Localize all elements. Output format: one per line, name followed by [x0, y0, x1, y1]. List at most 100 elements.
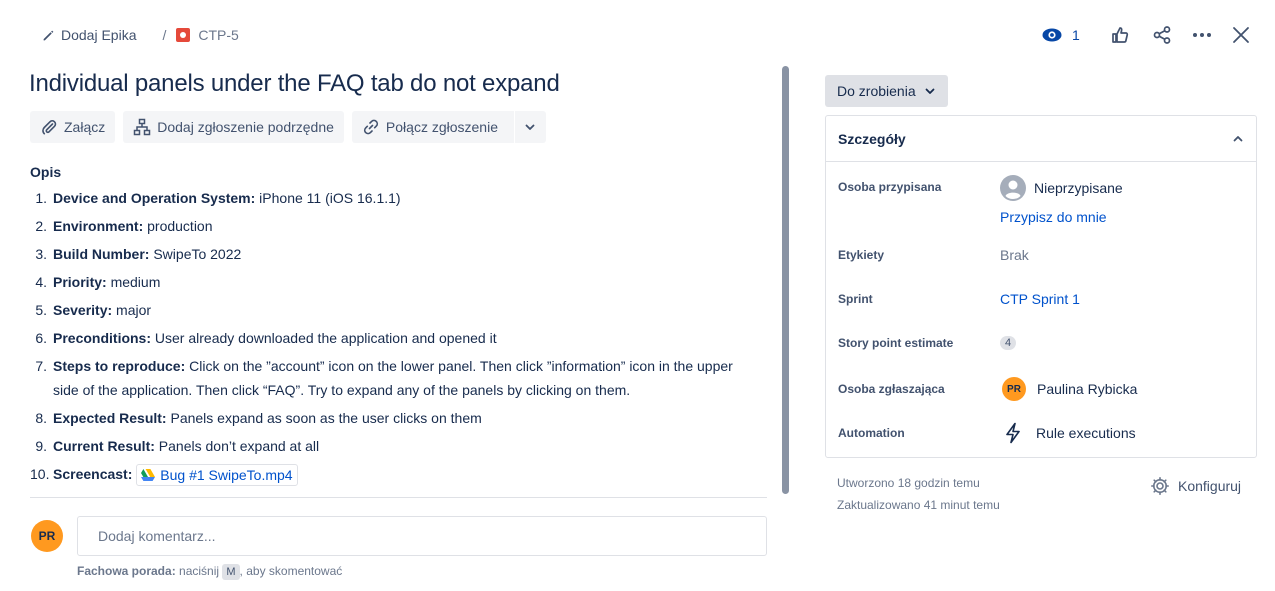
item-text: medium: [106, 274, 161, 290]
list-item-body: Severity: major: [53, 298, 750, 322]
issue-meta: Utworzono 18 godzin temu Zaktualizowano …: [837, 472, 1000, 516]
add-child-label: Dodaj zgłoszenie podrzędne: [157, 119, 334, 135]
description-heading: Opis: [30, 164, 62, 180]
watch-button[interactable]: 1: [1042, 27, 1080, 43]
list-item-body: Current Result: Panels don’t expand at a…: [53, 434, 750, 458]
issue-key-link[interactable]: CTP-5: [198, 27, 238, 43]
comment-divider: [30, 497, 767, 498]
item-text: Panels expand as soon as the user clicks…: [166, 410, 482, 426]
description-item: 10. Screencast: Bug #1 SwipeTo.mp4: [30, 462, 750, 487]
link-issue-main[interactable]: Połącz zgłoszenie: [352, 111, 508, 143]
item-label: Build Number:: [53, 246, 150, 262]
link-issue-button[interactable]: Połącz zgłoszenie: [351, 111, 546, 143]
list-number: 4.: [35, 274, 47, 290]
comment-input[interactable]: Dodaj komentarz...: [77, 516, 767, 556]
item-label: Priority:: [53, 274, 107, 290]
gear-icon: [1150, 476, 1170, 496]
list-item-body: Build Number: SwipeTo 2022: [53, 242, 750, 266]
details-header[interactable]: Szczegóły: [826, 116, 1256, 162]
toolbar-more-dropdown[interactable]: [513, 111, 546, 143]
list-item-body: Priority: medium: [53, 270, 750, 294]
issue-title[interactable]: Individual panels under the FAQ tab do n…: [29, 70, 560, 98]
item-text: major: [112, 302, 152, 318]
close-icon[interactable]: [1232, 26, 1250, 44]
list-number: 5.: [35, 302, 47, 318]
tip-key: M: [222, 564, 240, 580]
created-text: Utworzono 18 godzin temu: [837, 476, 980, 490]
description-item: 8. Expected Result: Panels expand as soon…: [30, 406, 750, 430]
chevron-up-icon: [1232, 133, 1244, 145]
description-item: 5. Severity: major: [30, 298, 750, 322]
add-epic-link[interactable]: Dodaj Epika: [61, 27, 137, 43]
details-heading: Szczegóły: [838, 130, 906, 147]
assign-to-me-link[interactable]: Przypisz do mnie: [1000, 209, 1107, 225]
issue-toolbar: Załącz Dodaj zgłoszenie podrzędne Połącz…: [30, 111, 546, 143]
list-item-body: Screencast: Bug #1 SwipeTo.mp4: [53, 462, 750, 487]
sprint-link[interactable]: CTP Sprint 1: [1000, 291, 1080, 307]
story-points-label: Story point estimate: [838, 336, 954, 350]
attachment-name: Bug #1 SwipeTo.mp4: [160, 467, 293, 484]
description-item: 1. Device and Operation System: iPhone 11…: [30, 186, 750, 210]
labels-value[interactable]: Brak: [1000, 247, 1029, 263]
configure-button[interactable]: Konfiguruj: [1150, 476, 1241, 496]
more-icon[interactable]: [1192, 25, 1212, 45]
assignee-value: Nieprzypisane: [1034, 180, 1123, 196]
attachment-link[interactable]: Bug #1 SwipeTo.mp4: [136, 464, 298, 487]
item-text: SwipeTo 2022: [149, 246, 242, 262]
like-icon[interactable]: [1110, 25, 1130, 45]
main-scrollbar[interactable]: [782, 66, 789, 494]
item-text: User already downloaded the application …: [151, 330, 497, 346]
status-dropdown[interactable]: Do zrobienia: [825, 75, 948, 107]
link-issue-label: Połącz zgłoszenie: [385, 119, 498, 135]
assignee-field[interactable]: Nieprzypisane: [1000, 175, 1123, 201]
share-icon[interactable]: [1152, 25, 1172, 45]
description-body[interactable]: 1. Device and Operation System: iPhone 11…: [30, 186, 750, 490]
bug-icon: [176, 28, 191, 42]
user-icon: [1000, 175, 1026, 201]
item-label: Current Result:: [53, 438, 155, 454]
pencil-icon: [42, 29, 55, 42]
lightning-icon: [1004, 422, 1022, 444]
list-number: 2.: [35, 218, 47, 234]
tip-bold: Fachowa porada:: [77, 564, 176, 578]
paperclip-icon: [40, 118, 58, 136]
automation-field[interactable]: Rule executions: [1004, 422, 1136, 444]
item-label: Screencast:: [53, 466, 133, 482]
list-number: 6.: [35, 330, 47, 346]
automation-value: Rule executions: [1036, 425, 1136, 441]
list-number: 9.: [35, 438, 47, 454]
hierarchy-icon: [133, 118, 151, 136]
item-label: Preconditions:: [53, 330, 152, 346]
reporter-field[interactable]: PR Paulina Rybicka: [1002, 377, 1137, 401]
breadcrumb: Dodaj Epika / CTP-5: [42, 24, 239, 46]
watch-count: 1: [1072, 27, 1080, 43]
list-item-body: Expected Result: Panels expand as soon a…: [53, 406, 750, 430]
list-number: 8.: [35, 410, 47, 426]
description-list: 1. Device and Operation System: iPhone 11…: [30, 186, 750, 487]
item-label: Severity:: [53, 302, 113, 318]
list-number: 1.: [35, 190, 47, 206]
attach-button[interactable]: Załącz: [30, 111, 116, 143]
list-item-body: Environment: production: [53, 214, 750, 238]
story-points-badge[interactable]: 4: [1000, 336, 1017, 350]
list-number: 7.: [35, 358, 47, 374]
add-child-issue-button[interactable]: Dodaj zgłoszenie podrzędne: [123, 111, 344, 143]
issue-actions: 1: [1042, 24, 1250, 46]
description-item: 7. Steps to reproduce: Click on the ”acco…: [30, 354, 750, 402]
sprint-label: Sprint: [838, 292, 873, 306]
labels-label: Etykiety: [838, 248, 885, 262]
updated-text: Zaktualizowano 41 minut temu: [837, 498, 1000, 512]
list-item-body: Preconditions: User already downloaded t…: [53, 326, 750, 350]
item-label: Device and Operation System:: [53, 190, 256, 206]
description-item: 3. Build Number: SwipeTo 2022: [30, 242, 750, 266]
reporter-value: Paulina Rybicka: [1037, 381, 1138, 397]
chevron-down-icon: [924, 85, 936, 97]
description-item: 4. Priority: medium: [30, 270, 750, 294]
list-number: 3.: [35, 246, 47, 262]
item-text: production: [143, 218, 213, 234]
chevron-down-icon: [524, 121, 536, 133]
item-text: iPhone 11 (iOS 16.1.1): [255, 190, 401, 206]
reporter-label: Osoba zgłaszająca: [838, 382, 945, 396]
item-label: Expected Result:: [53, 410, 167, 426]
reporter-avatar: PR: [1002, 377, 1026, 401]
